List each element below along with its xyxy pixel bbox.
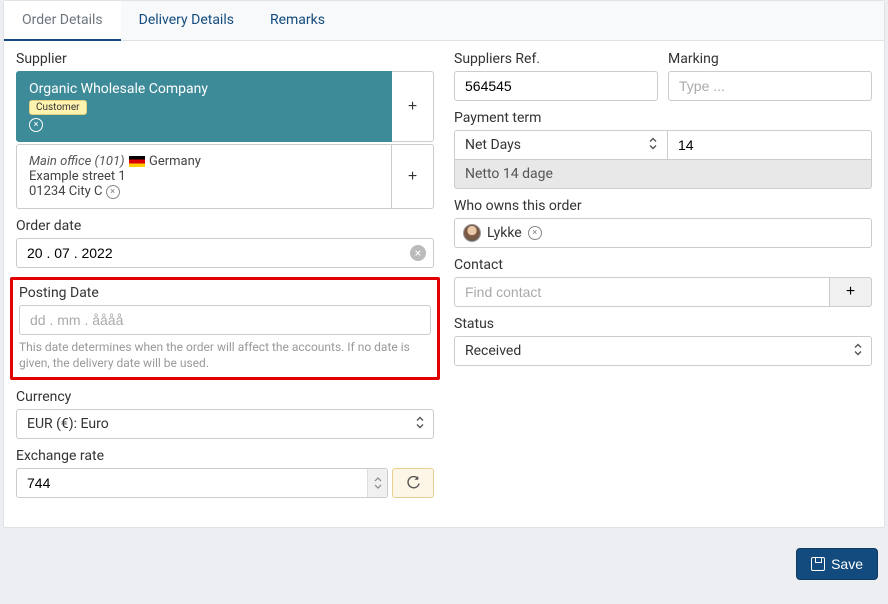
supplier-group: Supplier Organic Wholesale Company Custo… xyxy=(16,51,434,209)
exchange-rate-group: Exchange rate xyxy=(16,448,434,498)
posting-date-label: Posting Date xyxy=(19,285,431,301)
save-icon xyxy=(811,557,825,571)
owner-name: Lykke xyxy=(487,225,522,241)
currency-group: Currency EUR (€): Euro xyxy=(16,389,434,439)
add-supplier-button[interactable]: + xyxy=(392,71,434,142)
payment-term-label: Payment term xyxy=(454,110,872,126)
currency-label: Currency xyxy=(16,389,434,405)
footer: Save xyxy=(0,528,888,594)
payment-days-input[interactable] xyxy=(667,130,872,160)
order-date-group: Order date xyxy=(16,218,434,268)
clear-supplier-icon[interactable] xyxy=(29,118,43,132)
add-address-button[interactable]: + xyxy=(392,144,434,209)
order-date-input[interactable] xyxy=(16,238,434,268)
customer-badge: Customer xyxy=(29,100,87,115)
owner-group: Who owns this order Lykke xyxy=(454,198,872,248)
supplier-card[interactable]: Organic Wholesale Company Customer xyxy=(16,71,392,142)
address-card[interactable]: Main office (101) Germany Example street… xyxy=(16,144,392,209)
status-group: Status Received xyxy=(454,316,872,366)
tab-remarks[interactable]: Remarks xyxy=(252,1,343,40)
status-select[interactable]: Received xyxy=(454,336,872,366)
refresh-icon xyxy=(406,476,421,491)
order-date-label: Order date xyxy=(16,218,434,234)
clear-owner-icon[interactable] xyxy=(528,226,542,240)
avatar-icon xyxy=(463,224,481,242)
form-content: Supplier Organic Wholesale Company Custo… xyxy=(4,41,884,527)
contact-group: Contact + xyxy=(454,257,872,307)
address-street: Example street 1 xyxy=(29,169,126,184)
address-country: Germany xyxy=(149,154,201,169)
contact-input[interactable] xyxy=(454,277,830,307)
suppliers-ref-input[interactable] xyxy=(454,71,658,101)
payment-term-description: Netto 14 dage xyxy=(454,160,872,189)
save-label: Save xyxy=(831,556,863,572)
left-column: Supplier Organic Wholesale Company Custo… xyxy=(16,51,434,507)
contact-label: Contact xyxy=(454,257,872,273)
address-city: 01234 City C xyxy=(29,184,102,199)
exchange-rate-input[interactable] xyxy=(16,468,388,498)
owner-label: Who owns this order xyxy=(454,198,872,214)
currency-select[interactable]: EUR (€): Euro xyxy=(16,409,434,439)
clear-date-icon[interactable] xyxy=(410,245,426,261)
tabs: Order Details Delivery Details Remarks xyxy=(4,1,884,41)
order-panel: Order Details Delivery Details Remarks S… xyxy=(3,0,885,528)
owner-field[interactable]: Lykke xyxy=(454,218,872,248)
exchange-rate-label: Exchange rate xyxy=(16,448,434,464)
suppliers-ref-label: Suppliers Ref. xyxy=(454,51,658,67)
clear-address-icon[interactable] xyxy=(106,185,120,199)
payment-term-group: Payment term Net Days Netto 14 dage xyxy=(454,110,872,189)
suppliers-ref-group: Suppliers Ref. xyxy=(454,51,658,101)
germany-flag-icon xyxy=(129,156,145,167)
supplier-label: Supplier xyxy=(16,51,434,67)
add-contact-button[interactable]: + xyxy=(830,277,872,307)
spinner-icon[interactable] xyxy=(367,469,387,497)
tab-delivery-details[interactable]: Delivery Details xyxy=(121,1,252,40)
payment-type-select[interactable]: Net Days xyxy=(454,130,667,160)
marking-group: Marking xyxy=(668,51,872,101)
address-title: Main office (101) xyxy=(29,154,125,169)
posting-date-group: Posting Date This date determines when t… xyxy=(10,277,440,380)
marking-input[interactable] xyxy=(668,71,872,101)
refresh-rate-button[interactable] xyxy=(392,468,434,498)
supplier-name: Organic Wholesale Company xyxy=(29,81,379,97)
marking-label: Marking xyxy=(668,51,872,67)
posting-date-input[interactable] xyxy=(19,305,431,335)
posting-date-help: This date determines when the order will… xyxy=(19,339,431,371)
right-column: Suppliers Ref. Marking Payment term Net … xyxy=(454,51,872,507)
status-label: Status xyxy=(454,316,872,332)
save-button[interactable]: Save xyxy=(796,548,878,580)
tab-order-details[interactable]: Order Details xyxy=(4,1,121,41)
